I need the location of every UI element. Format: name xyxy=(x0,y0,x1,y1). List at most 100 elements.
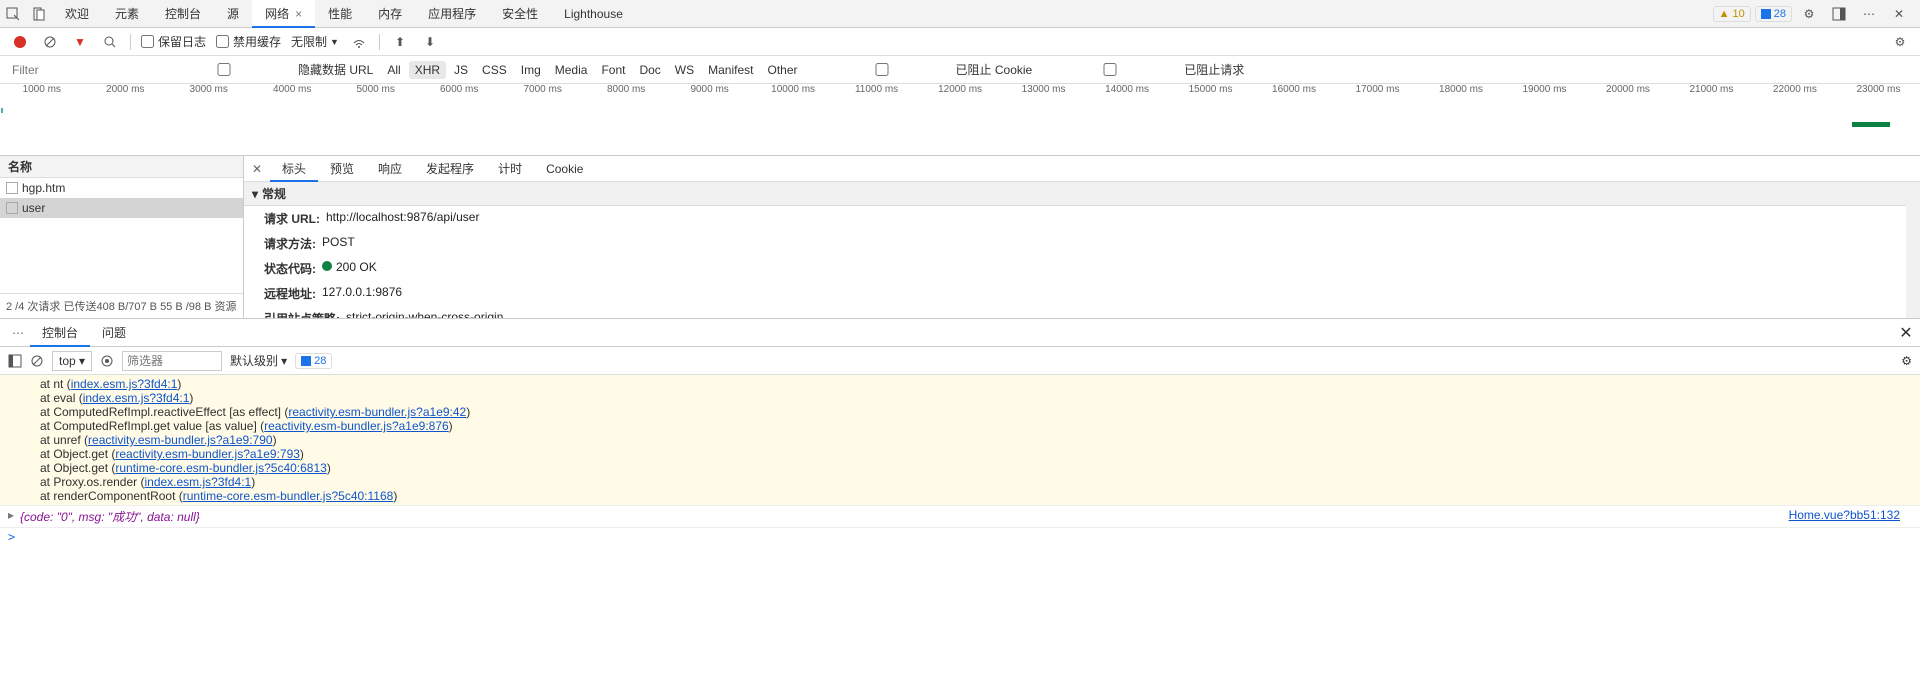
console-filter-input[interactable] xyxy=(122,351,222,371)
live-expression-icon[interactable] xyxy=(100,354,114,368)
stack-line: at ComputedRefImpl.get value [as value] … xyxy=(0,419,1920,433)
drawer-tab-1[interactable]: 问题 xyxy=(90,319,138,347)
timeline-tick: 19000 ms xyxy=(1503,84,1586,102)
drawer-more-icon[interactable]: ⋯ xyxy=(6,326,30,340)
blocked-requests-checkbox[interactable]: 已阻止请求 xyxy=(1040,61,1244,78)
stack-link[interactable]: reactivity.esm-bundler.js?a1e9:793 xyxy=(115,447,300,461)
timeline-tick: 4000 ms xyxy=(250,84,333,102)
type-filter-all[interactable]: All xyxy=(381,61,406,79)
stack-line: at eval (index.esm.js?3fd4:1) xyxy=(0,391,1920,405)
drawer-tabs: ⋯ 控制台问题 ✕ xyxy=(0,319,1920,347)
tab-元素[interactable]: 元素 xyxy=(102,0,152,28)
info-badge[interactable]: 28 xyxy=(1755,6,1792,22)
drawer-close-icon[interactable]: ✕ xyxy=(1892,323,1920,343)
throttling-select[interactable]: 无限制 ▼ xyxy=(291,33,339,50)
type-filter-img[interactable]: Img xyxy=(515,61,547,79)
wifi-icon[interactable] xyxy=(349,32,369,52)
general-row: 引用站点策略:strict-origin-when-cross-origin xyxy=(244,306,1906,318)
type-filter-ws[interactable]: WS xyxy=(669,61,700,79)
record-button[interactable] xyxy=(10,32,30,52)
warning-badge[interactable]: ▲ 10 xyxy=(1713,6,1751,22)
detail-tab-2[interactable]: 响应 xyxy=(366,156,414,182)
console-prompt[interactable]: > xyxy=(0,528,1920,546)
clear-icon[interactable] xyxy=(40,32,60,52)
type-filter-media[interactable]: Media xyxy=(549,61,594,79)
upload-icon[interactable]: ⬆ xyxy=(390,32,410,52)
stack-line: at nt (index.esm.js?3fd4:1) xyxy=(0,377,1920,391)
detail-tab-0[interactable]: 标头 xyxy=(270,156,318,182)
stack-link[interactable]: index.esm.js?3fd4:1 xyxy=(83,391,190,405)
type-filter-xhr[interactable]: XHR xyxy=(409,61,446,79)
disable-cache-checkbox[interactable]: 禁用缓存 xyxy=(216,33,281,50)
stack-link[interactable]: index.esm.js?3fd4:1 xyxy=(71,377,178,391)
stack-line: at ComputedRefImpl.reactiveEffect [as ef… xyxy=(0,405,1920,419)
tab-lighthouse[interactable]: Lighthouse xyxy=(551,0,636,28)
stack-link[interactable]: reactivity.esm-bundler.js?a1e9:876 xyxy=(264,419,449,433)
detail-tab-1[interactable]: 预览 xyxy=(318,156,366,182)
scrollbar[interactable] xyxy=(1906,182,1920,318)
type-filter-doc[interactable]: Doc xyxy=(633,61,666,79)
request-status-bar: 2 /4 次请求 已传送408 B/707 B 55 B /98 B 资源 xyxy=(0,293,243,318)
request-row[interactable]: user xyxy=(0,198,243,218)
inspect-icon[interactable] xyxy=(0,1,26,27)
type-filter-manifest[interactable]: Manifest xyxy=(702,61,759,79)
stack-line: at Object.get (reactivity.esm-bundler.js… xyxy=(0,447,1920,461)
tab-网络[interactable]: 网络× xyxy=(252,0,315,28)
stack-link[interactable]: runtime-core.esm-bundler.js?5c40:1168 xyxy=(183,489,394,503)
detail-tab-3[interactable]: 发起程序 xyxy=(414,156,486,182)
console-settings-icon[interactable]: ⚙ xyxy=(1901,354,1912,368)
console-object-line[interactable]: {code: "0", msg: "成功", data: null} Home.… xyxy=(0,505,1920,528)
filter-icon[interactable]: ▼ xyxy=(70,32,90,52)
device-icon[interactable] xyxy=(26,1,52,27)
type-filter-other[interactable]: Other xyxy=(762,61,804,79)
general-section-header[interactable]: ▾常规 xyxy=(244,182,1906,206)
close-icon[interactable]: ✕ xyxy=(1886,1,1912,27)
timeline[interactable]: 1000 ms2000 ms3000 ms4000 ms5000 ms6000 … xyxy=(0,84,1920,156)
timeline-tick: 5000 ms xyxy=(334,84,417,102)
timeline-tick: 12000 ms xyxy=(918,84,1001,102)
tab-内存[interactable]: 内存 xyxy=(365,0,415,28)
devtools-tabs: 欢迎元素控制台源网络×性能内存应用程序安全性Lighthouse ▲ 10 28… xyxy=(0,0,1920,28)
source-link[interactable]: Home.vue?bb51:132 xyxy=(1789,508,1900,522)
search-icon[interactable] xyxy=(100,32,120,52)
log-level-select[interactable]: 默认级别 ▾ xyxy=(230,352,287,369)
tab-性能[interactable]: 性能 xyxy=(315,0,365,28)
filter-bar: 隐藏数据 URL AllXHRJSCSSImgMediaFontDocWSMan… xyxy=(0,56,1920,84)
tab-控制台[interactable]: 控制台 xyxy=(152,0,214,28)
type-filter-css[interactable]: CSS xyxy=(476,61,513,79)
filter-input[interactable] xyxy=(6,60,146,80)
detail-close-icon[interactable]: ✕ xyxy=(244,162,270,176)
hide-data-urls-checkbox[interactable]: 隐藏数据 URL xyxy=(154,61,373,78)
general-row: 状态代码:200 OK xyxy=(244,256,1906,281)
context-select[interactable]: top ▾ xyxy=(52,351,92,371)
tab-欢迎[interactable]: 欢迎 xyxy=(52,0,102,28)
stack-link[interactable]: runtime-core.esm-bundler.js?5c40:6813 xyxy=(115,461,326,475)
type-filter-font[interactable]: Font xyxy=(595,61,631,79)
stack-link[interactable]: reactivity.esm-bundler.js?a1e9:42 xyxy=(288,405,466,419)
dock-icon[interactable] xyxy=(1826,1,1852,27)
console-sidebar-icon[interactable] xyxy=(8,354,22,368)
console-clear-icon[interactable] xyxy=(30,354,44,368)
type-filter-js[interactable]: JS xyxy=(448,61,474,79)
toolbar-settings-icon[interactable]: ⚙ xyxy=(1890,32,1910,52)
timeline-tick: 15000 ms xyxy=(1169,84,1252,102)
tab-安全性[interactable]: 安全性 xyxy=(489,0,551,28)
tab-应用程序[interactable]: 应用程序 xyxy=(415,0,489,28)
request-row[interactable]: hgp.htm xyxy=(0,178,243,198)
timeline-tick: 8000 ms xyxy=(584,84,667,102)
drawer-tab-0[interactable]: 控制台 xyxy=(30,319,90,347)
console-info-badge[interactable]: 28 xyxy=(295,353,332,369)
detail-tab-4[interactable]: 计时 xyxy=(486,156,534,182)
more-icon[interactable]: ⋯ xyxy=(1856,1,1882,27)
blocked-cookies-checkbox[interactable]: 已阻止 Cookie xyxy=(812,61,1033,78)
request-detail: ✕ 标头预览响应发起程序计时Cookie ▾常规 请求 URL:http://l… xyxy=(244,156,1920,318)
detail-tab-5[interactable]: Cookie xyxy=(534,156,595,182)
timeline-tick: 16000 ms xyxy=(1252,84,1335,102)
preserve-log-checkbox[interactable]: 保留日志 xyxy=(141,33,206,50)
stack-link[interactable]: index.esm.js?3fd4:1 xyxy=(144,475,251,489)
stack-link[interactable]: reactivity.esm-bundler.js?a1e9:790 xyxy=(88,433,273,447)
settings-icon[interactable]: ⚙ xyxy=(1796,1,1822,27)
tab-源[interactable]: 源 xyxy=(214,0,252,28)
stack-line: at unref (reactivity.esm-bundler.js?a1e9… xyxy=(0,433,1920,447)
download-icon[interactable]: ⬇ xyxy=(420,32,440,52)
